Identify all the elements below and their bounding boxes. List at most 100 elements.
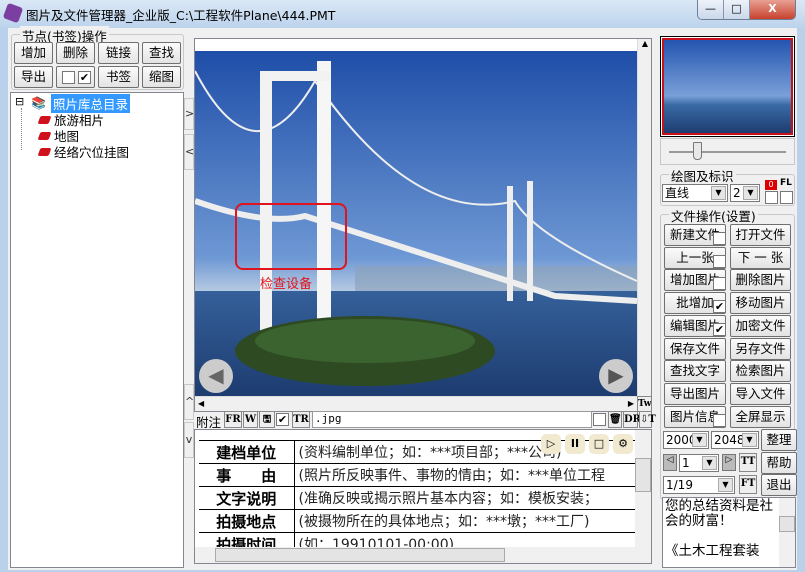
next-page-button[interactable]: ▷ [722, 454, 736, 471]
tw-button[interactable]: Tw [637, 396, 651, 411]
row-key: 拍摄地点 [199, 509, 295, 533]
draw-checkbox-2[interactable] [780, 191, 793, 204]
line-type-select[interactable]: 直线 ▼ [662, 184, 728, 202]
file-op-checkbox[interactable] [713, 232, 726, 245]
tr-button[interactable]: TR [292, 411, 310, 428]
image-vscrollbar[interactable]: ▲ [637, 39, 651, 396]
height-select[interactable]: 2048 ▼ [711, 431, 759, 449]
maximize-button[interactable]: □ [724, 0, 750, 19]
delete-node-button[interactable]: 删除 [56, 42, 95, 64]
close-button[interactable]: X [750, 0, 795, 19]
file-op-button[interactable]: 导出图片 [664, 382, 726, 405]
file-op-button[interactable]: 加密文件 [730, 314, 791, 337]
image-viewer[interactable]: 检查设备 ◀ ▶ ▲ ◀ ▶ Tw [194, 38, 652, 412]
tree-item-acupoint[interactable]: 经络穴位挂图 [37, 142, 129, 161]
play-button[interactable]: ▷ [541, 434, 561, 454]
pause-button[interactable]: II [565, 434, 585, 454]
file-op-button[interactable]: 打开文件 [730, 224, 791, 246]
table-row: 文字说明 (准确反映或揭示照片基本内容；如：模板安装； [199, 486, 651, 510]
image-hscrollbar[interactable]: ◀ ▶ [195, 396, 637, 411]
organize-button[interactable]: 整理 [761, 429, 797, 451]
color-picker[interactable]: 0 [765, 180, 777, 190]
notes-checkbox-2[interactable] [593, 413, 606, 426]
file-op-checkbox[interactable] [713, 413, 726, 427]
width-select[interactable]: 2000 ▼ [663, 431, 709, 449]
notes-hscrollbar[interactable] [195, 547, 651, 563]
table-row: 事 由 (照片所反映事件、事物的情由；如：***单位工程 [199, 463, 651, 487]
file-op-button[interactable]: 查找文字 [664, 360, 726, 383]
exit-button[interactable]: 退出 [761, 474, 797, 496]
thumbnail-preview[interactable] [660, 36, 795, 137]
page-select[interactable]: 1 ▼ [679, 454, 719, 472]
file-op-button[interactable]: 移动图片 [730, 292, 791, 315]
file-op-checkbox[interactable]: ✔ [713, 300, 726, 314]
notes-checkbox[interactable]: ✔ [276, 413, 289, 426]
annotation-box[interactable] [235, 203, 347, 270]
sort-button[interactable]: ⇩T [639, 411, 656, 428]
line-width-value: 2 [733, 186, 741, 200]
fr-button[interactable]: FR [224, 411, 242, 428]
filename-field[interactable]: .jpg [312, 411, 592, 428]
tree-expander[interactable]: ⊟ [15, 95, 24, 108]
page-value: 1 [682, 456, 690, 470]
link-button[interactable]: 链接 [98, 42, 139, 64]
save-icon[interactable]: 🖫 [259, 411, 275, 428]
move-down-button[interactable]: v [184, 422, 194, 458]
stop-button[interactable]: □ [589, 434, 609, 454]
file-op-button[interactable]: 全屏显示 [730, 405, 791, 428]
next-image-button[interactable]: ▶ [599, 359, 633, 393]
w-button[interactable]: W [243, 411, 258, 428]
zoom-slider[interactable] [660, 138, 795, 165]
file-op-checkbox[interactable]: ✔ [713, 322, 726, 336]
notes-panel[interactable]: 建档单位 (资料编制单位；如：***项目部；***公司) 事 由 (照片所反映事件、… [194, 429, 652, 564]
client-area: 节点(书签)操作 增加 删除 链接 查找 导出 ✔ 书签 缩图 ⊟ 📚 照片库总… [8, 26, 797, 570]
prev-page-button[interactable]: ◁ [663, 454, 677, 471]
book-icon [37, 147, 52, 156]
add-node-button[interactable]: 增加 [14, 42, 53, 64]
file-op-checkbox[interactable] [713, 254, 726, 268]
ft-button[interactable]: FT [739, 475, 757, 494]
position-value: 1/19 [666, 478, 693, 492]
font-button[interactable]: FL [780, 178, 792, 188]
row-value[interactable]: (被摄物所在的具体地点；如：***墩；***工厂) [294, 509, 651, 533]
settings-icon[interactable]: ⚙ [613, 434, 633, 454]
dr-button[interactable]: DR [623, 411, 641, 428]
file-op-button[interactable]: 导入文件 [730, 382, 791, 405]
notes-toolbar: 附注 FR W 🖫 ✔ TR .jpg 🗑 DR ⇩T [194, 411, 656, 430]
file-op-button[interactable]: 保存文件 [664, 337, 726, 360]
info-textbox[interactable]: 您的总结资料是社会的财富！ 《土木工程套装 [662, 497, 796, 568]
row-value[interactable]: (准确反映或揭示照片基本内容；如：模板安装； [294, 486, 651, 510]
line-width-select[interactable]: 2 ▼ [730, 184, 760, 202]
export-button[interactable]: 导出 [14, 66, 53, 88]
find-button[interactable]: 查找 [142, 42, 181, 64]
annotation-label[interactable]: 检查设备 [260, 273, 312, 292]
minimize-button[interactable]: — [698, 0, 724, 19]
checkbox-group: ✔ [56, 66, 95, 88]
notes-vscrollbar[interactable] [635, 430, 651, 548]
info-scrollbar[interactable] [779, 498, 795, 567]
thumbnail-button[interactable]: 缩图 [142, 66, 181, 88]
move-up-button[interactable]: ^ [184, 384, 194, 420]
file-op-button[interactable]: 下 一 张 [730, 246, 791, 269]
file-op-button[interactable]: 删除图片 [730, 269, 791, 292]
prev-image-button[interactable]: ◀ [199, 359, 233, 393]
expand-right-button[interactable]: > [184, 98, 194, 130]
row-value[interactable]: (照片所反映事件、事物的情由；如：***单位工程 [294, 463, 651, 487]
file-op-button[interactable]: 检索图片 [730, 360, 791, 383]
file-op-checkbox[interactable] [713, 277, 726, 291]
tt-button[interactable]: TT [739, 453, 757, 472]
position-select[interactable]: 1/19 ▼ [663, 476, 735, 494]
row-key: 建档单位 [199, 440, 295, 464]
checkbox-1[interactable] [62, 71, 75, 84]
collapse-left-button[interactable]: < [184, 134, 194, 170]
book-icon [37, 131, 52, 140]
row-key: 事 由 [199, 463, 295, 487]
checkbox-2[interactable]: ✔ [78, 71, 91, 84]
slider-thumb[interactable] [693, 142, 702, 160]
trash-icon[interactable]: 🗑 [608, 411, 622, 428]
draw-checkbox-1[interactable] [765, 191, 778, 204]
help-button[interactable]: 帮助 [761, 452, 797, 474]
file-op-button[interactable]: 另存文件 [730, 337, 791, 360]
table-row: 拍摄地点 (被摄物所在的具体地点；如：***墩；***工厂) [199, 509, 651, 533]
bookmark-button[interactable]: 书签 [98, 66, 139, 88]
